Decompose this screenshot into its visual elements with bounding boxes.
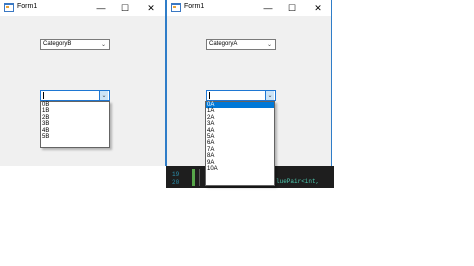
title-bar[interactable]: Form1 — ☐ ✕ [0,0,165,16]
minimize-icon: — [96,3,106,13]
code-text: luePair<int, [276,178,320,185]
chevron-down-icon[interactable]: ⌄ [99,91,108,100]
category-combobox-value: CategoryB [43,41,72,47]
change-indicator [192,169,195,186]
minimize-icon: — [263,3,273,13]
minimize-button[interactable]: — [261,1,275,15]
list-item[interactable]: 5B [41,134,109,140]
item-dropdown-list[interactable]: 0A 1A 2A 3A 4A 5A 6A 7A 8A 9A 10A [205,101,275,186]
close-button[interactable]: ✕ [311,1,325,15]
line-number: 19 [172,171,180,178]
category-combobox[interactable]: CategoryB ⌄ [40,39,110,50]
maximize-button[interactable]: ☐ [285,1,299,15]
chevron-down-icon[interactable]: ⌄ [265,40,274,49]
item-combobox[interactable]: ⌄ [40,90,110,101]
gutter-divider [199,169,200,186]
title-bar[interactable]: Form1 — ☐ ✕ [167,0,331,16]
form1-window-left: Form1 — ☐ ✕ CategoryB ⌄ ⌄ 0B 1B 2B 3B 4B… [0,0,166,166]
category-combobox-value: CategoryA [209,41,238,47]
minimize-button[interactable]: — [94,1,108,15]
form-app-icon [4,3,14,12]
category-combobox[interactable]: CategoryA ⌄ [206,39,276,50]
chevron-down-icon[interactable]: ⌄ [99,40,108,49]
maximize-icon: ☐ [287,2,297,13]
text-caret [43,92,44,99]
chevron-down-icon[interactable]: ⌄ [265,91,274,100]
close-icon: ✕ [147,2,155,13]
form-app-icon [171,3,181,12]
text-caret [209,92,210,99]
maximize-icon: ☐ [120,2,130,13]
maximize-button[interactable]: ☐ [118,1,132,15]
window-title: Form1 [17,3,38,10]
item-dropdown-list[interactable]: 0B 1B 2B 3B 4B 5B [40,101,110,148]
line-number: 20 [172,179,180,186]
close-icon: ✕ [314,2,322,13]
window-title: Form1 [184,3,205,10]
close-button[interactable]: ✕ [144,1,158,15]
list-item[interactable]: 10A [206,166,274,172]
item-combobox[interactable]: ⌄ [206,90,276,101]
